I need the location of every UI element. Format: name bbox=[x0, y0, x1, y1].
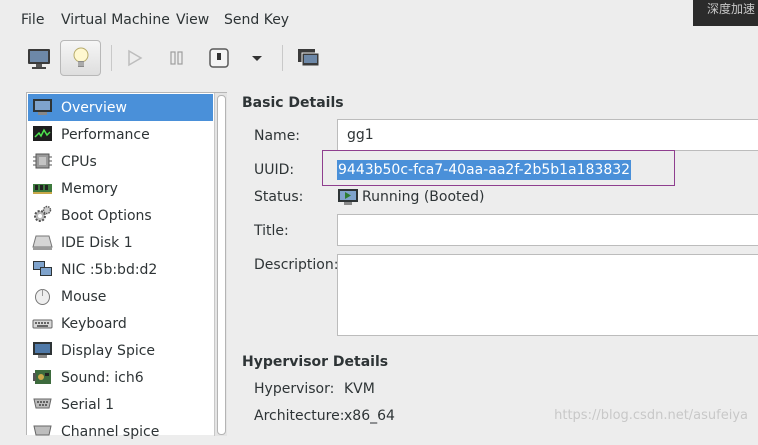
disk-icon bbox=[32, 235, 53, 250]
toolbar-separator bbox=[111, 45, 112, 71]
sidebar-item-label: NIC :5b:bd:d2 bbox=[61, 262, 158, 278]
menu-file[interactable]: File bbox=[21, 12, 44, 28]
shutdown-button[interactable] bbox=[201, 42, 237, 74]
menubar: File Virtual Machine View Send Key 深度加速 bbox=[0, 0, 758, 40]
hypervisor-label: Hypervisor: bbox=[254, 381, 335, 397]
sidebar-item-ide-disk[interactable]: IDE Disk 1 bbox=[28, 229, 213, 256]
sidebar-item-nic[interactable]: NIC :5b:bd:d2 bbox=[28, 256, 213, 283]
basic-details-title: Basic Details bbox=[242, 95, 344, 111]
uuid-highlight-box bbox=[322, 150, 675, 186]
description-label: Description: bbox=[254, 257, 339, 273]
overlay-tab: 深度加速 bbox=[693, 0, 758, 26]
sidebar-scrollbar-thumb[interactable] bbox=[217, 95, 226, 435]
sidebar-item-label: Performance bbox=[61, 127, 150, 143]
hypervisor-value: KVM bbox=[344, 381, 375, 397]
sidebar-item-label: Serial 1 bbox=[61, 397, 114, 413]
keyboard-icon bbox=[32, 319, 53, 329]
sidebar-item-label: Boot Options bbox=[61, 208, 152, 224]
sidebar-item-label: Sound: ich6 bbox=[61, 370, 144, 386]
toolbar-separator bbox=[282, 45, 283, 71]
sidebar-item-label: Channel spice bbox=[61, 424, 160, 440]
name-field[interactable]: gg1 bbox=[337, 119, 758, 151]
shutdown-icon bbox=[209, 48, 229, 68]
sidebar-scrollbar[interactable] bbox=[214, 93, 227, 436]
run-icon bbox=[128, 49, 143, 67]
menu-send-key[interactable]: Send Key bbox=[224, 12, 289, 28]
shutdown-menu-button[interactable] bbox=[239, 42, 275, 74]
sidebar-item-label: IDE Disk 1 bbox=[61, 235, 133, 251]
mouse-icon bbox=[35, 289, 50, 305]
uuid-label: UUID: bbox=[254, 162, 295, 178]
title-field[interactable] bbox=[337, 214, 758, 246]
watermark: https://blog.csdn.net/asufeiya bbox=[554, 408, 748, 423]
console-button[interactable] bbox=[21, 42, 57, 74]
status-label: Status: bbox=[254, 189, 304, 205]
pause-icon bbox=[170, 51, 183, 65]
toolbar bbox=[0, 38, 758, 80]
performance-graph-icon bbox=[33, 126, 52, 141]
lightbulb-icon bbox=[73, 47, 89, 67]
sidebar-item-label: Display Spice bbox=[61, 343, 156, 359]
sidebar-item-performance[interactable]: Performance bbox=[28, 121, 213, 148]
menu-virtual-machine[interactable]: Virtual Machine bbox=[61, 12, 170, 28]
sidebar-item-memory[interactable]: Memory bbox=[28, 175, 213, 202]
run-button[interactable] bbox=[117, 42, 153, 74]
pause-button[interactable] bbox=[159, 42, 195, 74]
sidebar-item-cpus[interactable]: CPUs bbox=[28, 148, 213, 175]
sidebar-item-boot-options[interactable]: Boot Options bbox=[28, 202, 213, 229]
running-status-icon bbox=[338, 189, 358, 205]
sidebar-item-display-spice[interactable]: Display Spice bbox=[28, 337, 213, 364]
sidebar-item-overview[interactable]: Overview bbox=[28, 94, 213, 121]
details-button[interactable] bbox=[60, 40, 101, 76]
sidebar-item-serial[interactable]: Serial 1 bbox=[28, 391, 213, 418]
serial-port-icon bbox=[33, 398, 52, 409]
console-icon bbox=[28, 49, 50, 69]
network-icon bbox=[33, 261, 52, 276]
sidebar-item-label: Memory bbox=[61, 181, 118, 197]
menu-view[interactable]: View bbox=[176, 12, 209, 28]
memory-module-icon bbox=[33, 184, 52, 194]
sound-card-icon bbox=[33, 370, 51, 384]
sidebar-item-sound[interactable]: Sound: ich6 bbox=[28, 364, 213, 391]
fullscreen-button[interactable] bbox=[290, 42, 326, 74]
monitor-icon bbox=[33, 99, 52, 115]
display-icon bbox=[33, 342, 52, 358]
sidebar-item-keyboard[interactable]: Keyboard bbox=[28, 310, 213, 337]
sidebar-item-label: Overview bbox=[61, 100, 127, 116]
hardware-list: Overview Performance CPUs Memory Boot Op… bbox=[26, 92, 227, 440]
name-label: Name: bbox=[254, 128, 301, 144]
title-label: Title: bbox=[254, 223, 289, 239]
channel-icon bbox=[33, 425, 52, 436]
gears-icon bbox=[34, 205, 52, 222]
status-value: Running (Booted) bbox=[362, 189, 485, 205]
architecture-label: Architecture: bbox=[254, 408, 345, 424]
sidebar-item-mouse[interactable]: Mouse bbox=[28, 283, 213, 310]
dropdown-arrow-icon bbox=[252, 56, 262, 61]
hypervisor-details-title: Hypervisor Details bbox=[242, 354, 389, 370]
screenshot-icon bbox=[298, 49, 320, 67]
name-field-value: gg1 bbox=[347, 127, 374, 143]
sidebar-item-label: Keyboard bbox=[61, 316, 127, 332]
architecture-value: x86_64 bbox=[344, 408, 395, 424]
sidebar-item-channel-spice[interactable]: Channel spice bbox=[28, 418, 213, 445]
sidebar-item-label: Mouse bbox=[61, 289, 107, 305]
description-textarea[interactable] bbox=[337, 254, 758, 336]
cpu-chip-icon bbox=[33, 153, 52, 169]
sidebar-item-label: CPUs bbox=[61, 154, 97, 170]
